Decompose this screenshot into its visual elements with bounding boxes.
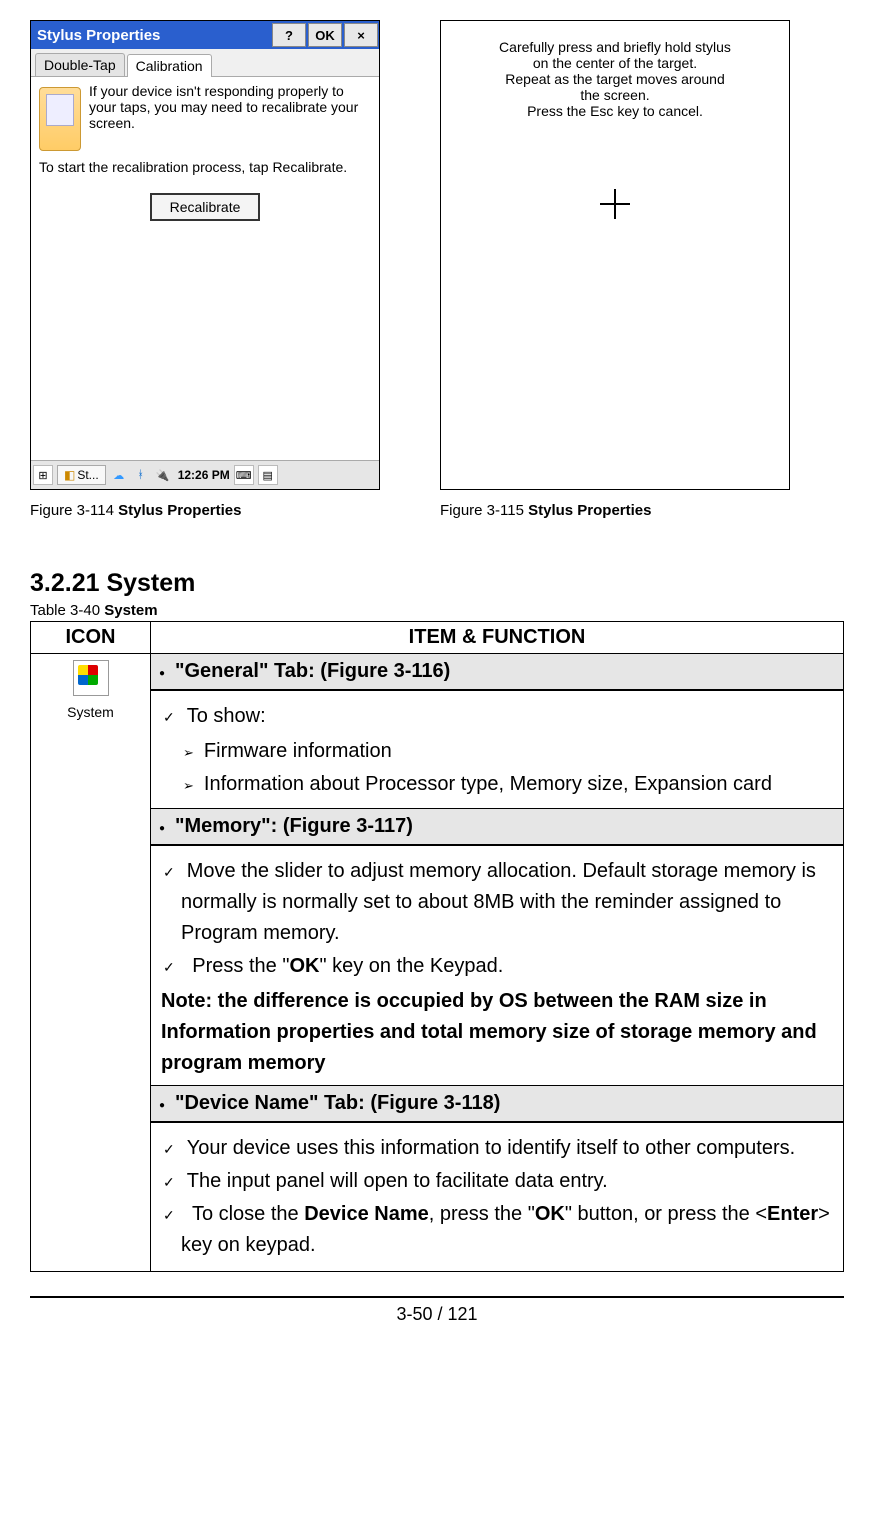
- table-caption-number: Table 3-40: [30, 602, 104, 619]
- general-processor: Information about Processor type, Memory…: [205, 769, 833, 800]
- figure-2-title: Stylus Properties: [528, 502, 651, 519]
- system-icon-cell: System: [31, 654, 151, 1272]
- general-toshow: To show:: [181, 701, 833, 732]
- memory-tab-header: "Memory": (Figure 3-117): [151, 809, 843, 845]
- screenshots-row: Stylus Properties ? OK × Double-Tap Cali…: [30, 20, 844, 519]
- calib-line-4: the screen.: [580, 87, 649, 103]
- general-tab-header: "General" Tab: (Figure 3-116): [151, 654, 843, 690]
- col-header-icon: ICON: [31, 622, 151, 654]
- memory-ok: Press the "OK" key on the Keypad.: [181, 951, 833, 982]
- figure-2-number: Figure 3-115: [440, 502, 528, 519]
- ok-button[interactable]: OK: [308, 23, 342, 47]
- table-caption-title: System: [104, 602, 157, 619]
- taskbar: ⊞ ◧ St... ☁ ᚼ 🔌 12:26 PM ⌨ ▤: [31, 460, 379, 489]
- tab-strip: Double-Tap Calibration: [31, 49, 379, 77]
- devicename-tab-header: "Device Name" Tab: (Figure 3-118): [151, 1086, 843, 1122]
- devicename-identify: Your device uses this information to ide…: [181, 1133, 833, 1164]
- screenshot-1-wrap: Stylus Properties ? OK × Double-Tap Cali…: [30, 20, 380, 519]
- system-icon: [73, 660, 109, 696]
- calibration-text-1: If your device isn't responding properly…: [89, 83, 371, 151]
- start-icon[interactable]: ⊞: [33, 465, 53, 485]
- devicename-inputpanel: The input panel will open to facilitate …: [181, 1166, 833, 1197]
- taskbar-app[interactable]: ◧ St...: [57, 465, 106, 485]
- section-heading: 3.2.21 System: [30, 569, 844, 598]
- tab-double-tap[interactable]: Double-Tap: [35, 53, 125, 76]
- memory-slider: Move the slider to adjust memory allocat…: [181, 856, 833, 949]
- memory-note: Note: the difference is occupied by OS b…: [161, 986, 833, 1079]
- taskbar-clock: 12:26 PM: [178, 468, 230, 482]
- devicename-tab-body: Your device uses this information to ide…: [151, 1123, 843, 1271]
- tab-calibration[interactable]: Calibration: [127, 54, 212, 77]
- memory-tab-body: Move the slider to adjust memory allocat…: [151, 846, 843, 1086]
- calib-line-1: Carefully press and briefly hold stylus: [499, 39, 731, 55]
- screenshot-stylus-properties: Stylus Properties ? OK × Double-Tap Cali…: [30, 20, 380, 490]
- desktop-icon[interactable]: ▤: [258, 465, 278, 485]
- page-footer: 3-50 / 121: [30, 1296, 844, 1325]
- taskbar-app-label: St...: [77, 468, 98, 482]
- col-header-item-function: ITEM & FUNCTION: [151, 622, 844, 654]
- figure-1-number: Figure 3-114: [30, 502, 118, 519]
- devicename-close: To close the Device Name, press the "OK"…: [181, 1199, 833, 1261]
- close-button[interactable]: ×: [344, 23, 378, 47]
- window-titlebar: Stylus Properties ? OK ×: [31, 21, 379, 49]
- figure-1-title: Stylus Properties: [118, 502, 241, 519]
- general-tab-body: To show: Firmware information Informatio…: [151, 691, 843, 809]
- window-title: Stylus Properties: [37, 27, 271, 44]
- connection-icon[interactable]: 🔌: [154, 466, 172, 484]
- figure-2-caption: Figure 3-115 Stylus Properties: [440, 502, 790, 519]
- network-icon[interactable]: ☁: [110, 466, 128, 484]
- recalibrate-button[interactable]: Recalibrate: [150, 193, 261, 221]
- figure-1-caption: Figure 3-114 Stylus Properties: [30, 502, 380, 519]
- calibration-text-2: To start the recalibration process, tap …: [39, 159, 371, 175]
- pda-icon: [39, 87, 81, 151]
- calib-line-3: Repeat as the target moves around: [505, 71, 724, 87]
- bluetooth-icon[interactable]: ᚼ: [132, 466, 150, 484]
- help-button[interactable]: ?: [272, 23, 306, 47]
- system-icon-label: System: [32, 704, 149, 720]
- screenshot-2-wrap: Carefully press and briefly hold stylus …: [440, 20, 790, 519]
- general-firmware: Firmware information: [205, 736, 833, 767]
- screenshot-calibration-target: Carefully press and briefly hold stylus …: [440, 20, 790, 490]
- system-table: ICON ITEM & FUNCTION System "General" Ta…: [30, 621, 844, 1272]
- calibration-target-icon[interactable]: [600, 189, 630, 219]
- sip-icon[interactable]: ⌨: [234, 465, 254, 485]
- calib-line-5: Press the Esc key to cancel.: [527, 103, 703, 119]
- calib-line-2: on the center of the target.: [533, 55, 697, 71]
- tab-content: If your device isn't responding properly…: [31, 77, 379, 460]
- table-caption: Table 3-40 System: [30, 602, 844, 619]
